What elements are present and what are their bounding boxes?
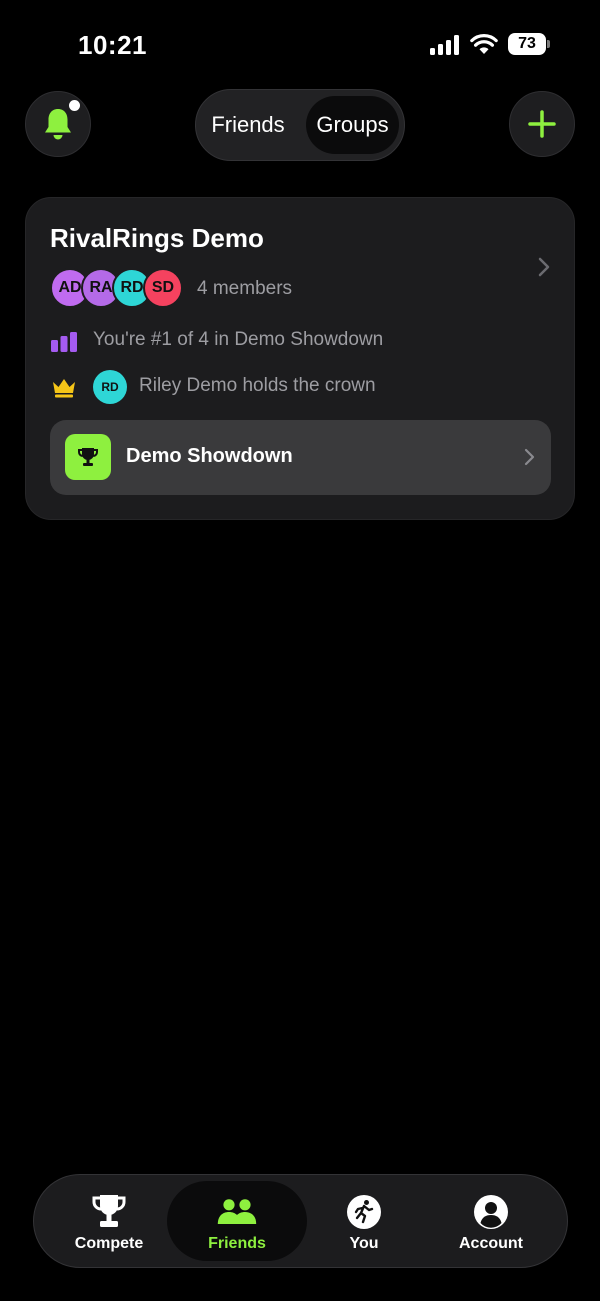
tab-bar: Compete Friends You Account (33, 1174, 568, 1268)
groups-screen: 10:21 73 Friends Groups RivalRings Demo … (0, 0, 600, 1301)
member-count: 4 members (197, 278, 293, 299)
challenge-trophy-icon (65, 434, 111, 480)
trophy-icon (89, 1193, 129, 1231)
status-bar: 10:21 73 (0, 0, 600, 80)
friends-groups-toggle: Friends Groups (195, 89, 405, 161)
tab-friends-segment[interactable]: Friends (200, 96, 296, 154)
friends-icon (217, 1193, 257, 1231)
group-card[interactable]: RivalRings Demo AD RA RD SD 4 members Yo… (25, 197, 575, 520)
challenge-row[interactable]: Demo Showdown (50, 420, 551, 495)
bell-icon (45, 109, 71, 140)
tab-label: Friends (208, 1235, 266, 1252)
tab-label: Account (459, 1235, 523, 1252)
chevron-right-icon (538, 257, 550, 277)
rank-bars-icon (51, 332, 77, 352)
plus-icon (528, 110, 556, 138)
tab-you[interactable]: You (294, 1181, 434, 1261)
tab-groups-segment[interactable]: Groups (306, 96, 399, 154)
notification-dot (69, 100, 80, 111)
status-time: 10:21 (78, 30, 147, 60)
crown-holder-avatar: RD (93, 370, 127, 404)
challenge-name: Demo Showdown (126, 445, 293, 467)
rank-text: You're #1 of 4 in Demo Showdown (93, 329, 384, 350)
crown-icon (53, 379, 75, 398)
chevron-right-icon (524, 448, 535, 466)
tab-label: Compete (74, 1235, 144, 1252)
avatar: SD (143, 268, 183, 308)
wifi-icon (470, 34, 498, 54)
cellular-signal-icon (430, 35, 462, 55)
account-icon (471, 1193, 511, 1231)
crown-text: Riley Demo holds the crown (139, 375, 376, 396)
notifications-button[interactable] (25, 91, 91, 157)
tab-account[interactable]: Account (421, 1181, 561, 1261)
add-group-button[interactable] (509, 91, 575, 157)
tab-label: You (349, 1235, 379, 1252)
member-avatars: AD RA RD SD (50, 268, 190, 310)
group-title: RivalRings Demo (50, 223, 264, 253)
tab-compete[interactable]: Compete (39, 1181, 179, 1261)
tab-friends[interactable]: Friends (167, 1181, 307, 1261)
battery-level: 73 (518, 35, 536, 52)
battery-icon: 73 (508, 33, 550, 55)
runner-icon (344, 1193, 384, 1231)
